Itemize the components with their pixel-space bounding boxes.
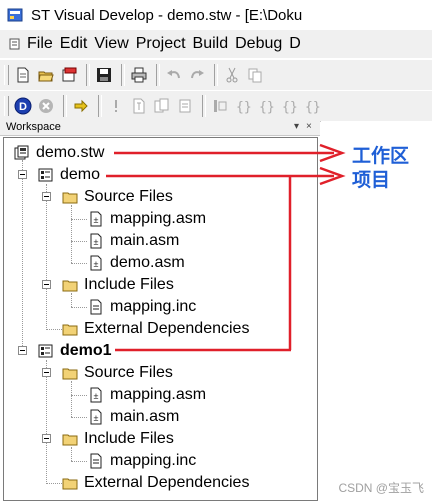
annotation-project-label: 项目 xyxy=(352,169,391,191)
annotation-arrows xyxy=(106,143,346,352)
annotation-workspace-label: 工作区 xyxy=(352,145,410,167)
watermark: CSDN @宝玉飞 xyxy=(338,481,424,495)
